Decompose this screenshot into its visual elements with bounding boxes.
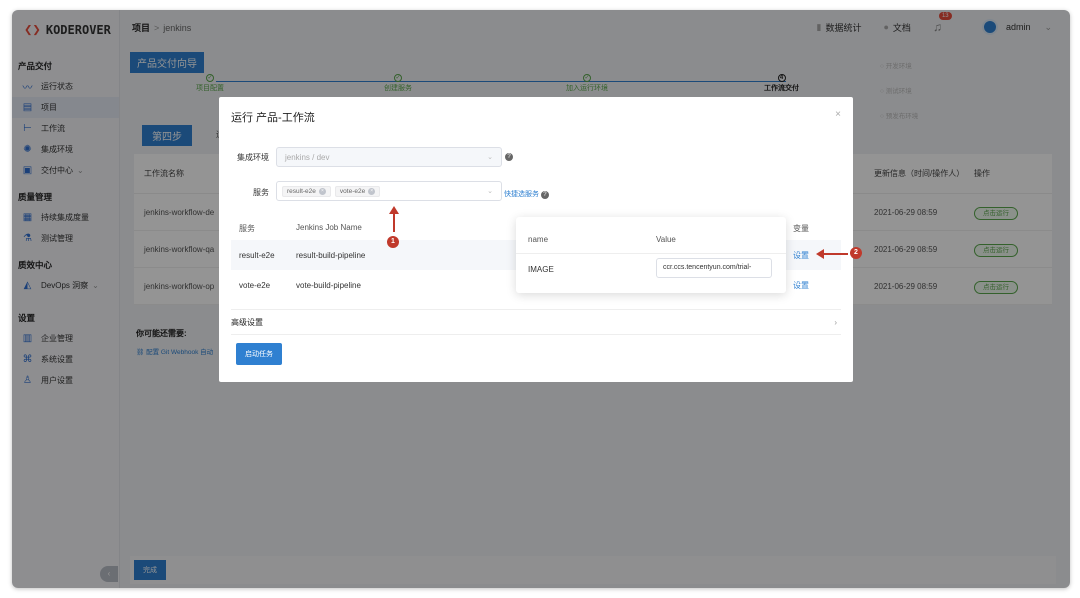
divider (516, 253, 786, 254)
annotation-badge-1: 1 (387, 236, 399, 248)
service-select[interactable]: result-e2e × vote-e2e × ⌄ (276, 181, 502, 201)
annotation-badge-2: 2 (850, 247, 862, 259)
set-variables-link[interactable]: 设置 (793, 250, 809, 261)
quick-select-services-link[interactable]: 快捷选服务 ? (504, 189, 549, 199)
start-task-button[interactable]: 启动任务 (236, 343, 282, 365)
annotation-arrow-up-icon (389, 206, 399, 232)
variables-popover: name Value IMAGE ccr.ccs.tencentyun.com/… (516, 217, 786, 293)
service-tag: vote-e2e × (334, 185, 381, 197)
advanced-settings-toggle[interactable]: 高级设置 › (231, 309, 841, 335)
env-field-label: 集成环境 (237, 153, 269, 162)
close-icon[interactable]: × (835, 109, 841, 120)
annotation-arrow-left-icon (816, 249, 848, 259)
set-variables-link[interactable]: 设置 (793, 280, 809, 291)
chevron-right-icon: › (834, 317, 837, 327)
chevron-down-icon: ⌄ (487, 188, 493, 195)
service-field-label: 服务 (253, 188, 269, 197)
dialog-title: 运行 产品-工作流 (231, 112, 315, 124)
chevron-down-icon: ⌄ (487, 154, 493, 161)
remove-tag-icon[interactable]: × (368, 187, 376, 195)
popover-header: name Value (528, 235, 676, 244)
remove-tag-icon[interactable]: × (318, 187, 326, 195)
help-icon[interactable]: ? (505, 153, 513, 161)
variable-value-input[interactable]: ccr.ccs.tencentyun.com/trial- (656, 258, 772, 278)
service-tag: result-e2e × (282, 185, 331, 197)
help-icon[interactable]: ? (540, 191, 549, 199)
env-select: jenkins / dev ⌄ (276, 147, 502, 167)
variable-name: IMAGE (528, 265, 554, 274)
